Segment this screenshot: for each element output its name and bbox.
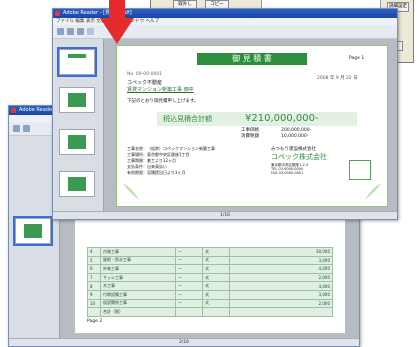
table-row: 4 内装工事一式 30,000 bbox=[87, 247, 333, 257]
open-icon[interactable] bbox=[57, 28, 64, 35]
estimate-heading: 御 見 積 書 bbox=[197, 53, 307, 65]
seal-box bbox=[349, 160, 371, 180]
front-page-counter[interactable]: 1/16 bbox=[220, 213, 230, 218]
app-icon bbox=[55, 11, 60, 16]
condition-5: 有効期限：見積提出日より3ヶ月 bbox=[127, 170, 186, 175]
tax-label: 消費税額 bbox=[241, 134, 259, 139]
page-thumbnail[interactable] bbox=[59, 87, 95, 113]
page-thumbnail[interactable] bbox=[59, 171, 95, 197]
table-row: 9 付帯設備工事一式 3,000 bbox=[87, 289, 333, 300]
items-table: 4 内装工事一式 30,000 5 屋根・防水工事一式 3,000 6 外装工事一式 4,0… bbox=[87, 247, 333, 317]
customer-project: 賃貸マンション新築工事 御中 bbox=[127, 87, 194, 93]
table-row: 6 外装工事一式 4,000 bbox=[87, 264, 333, 274]
print-icon[interactable] bbox=[23, 125, 30, 132]
page-thumbnail[interactable] bbox=[59, 129, 95, 155]
estimate-date: 2008 年 9 月 22 日 bbox=[317, 76, 358, 81]
back-status-bar: 2/16 bbox=[9, 338, 359, 346]
table-row: 7 サッシ工事一式 2,000 bbox=[87, 272, 333, 283]
table-row: 合計（税） bbox=[87, 307, 333, 317]
back-page-counter[interactable]: 2/16 bbox=[179, 340, 189, 345]
page-thumbnail[interactable] bbox=[57, 47, 97, 77]
estimate-number: No. 00-00-0001 bbox=[127, 72, 163, 77]
issuer-address-3: FAX 03-0000-0001 bbox=[271, 171, 304, 175]
page-thumbnail[interactable] bbox=[13, 216, 53, 246]
table-row: 8 木工事一式 4,000 bbox=[87, 281, 333, 291]
issuer-company: コペック株式会社 bbox=[271, 153, 327, 161]
greeting: 下記のとおり御見積申し上げます。 bbox=[127, 99, 199, 104]
arrow-down-icon bbox=[100, 0, 134, 44]
leaf-ornament-icon bbox=[123, 184, 139, 200]
search-icon[interactable] bbox=[87, 28, 94, 35]
leaf-ornament-icon bbox=[365, 184, 381, 200]
page-label: Page 1 bbox=[349, 56, 365, 61]
total-label: 税込見積合計額 bbox=[163, 115, 212, 123]
front-document-area: 御 見 積 書 Page 1 No. 00-00-0001 2008 年 9 月… bbox=[104, 39, 397, 211]
estimate-page: 御 見 積 書 Page 1 No. 00-00-0001 2008 年 9 月… bbox=[116, 45, 388, 207]
tax-value: 10,000,000- bbox=[281, 134, 309, 139]
open-icon[interactable] bbox=[13, 125, 20, 132]
back-page-label: Page 2 bbox=[87, 319, 103, 324]
customer-company: コペック不動産 bbox=[127, 80, 163, 86]
app-icon bbox=[11, 108, 16, 113]
total-value: ¥210,000,000- bbox=[245, 113, 319, 124]
table-row: 10 仮設関係工事一式 2,000 bbox=[87, 298, 333, 309]
email-icon[interactable] bbox=[77, 28, 84, 35]
front-status-bar: 1/16 bbox=[53, 211, 397, 219]
front-thumbnail-pane bbox=[53, 39, 104, 211]
table-row: 5 屋根・防水工事一式 3,000 bbox=[87, 255, 333, 266]
print-icon[interactable] bbox=[67, 28, 74, 35]
